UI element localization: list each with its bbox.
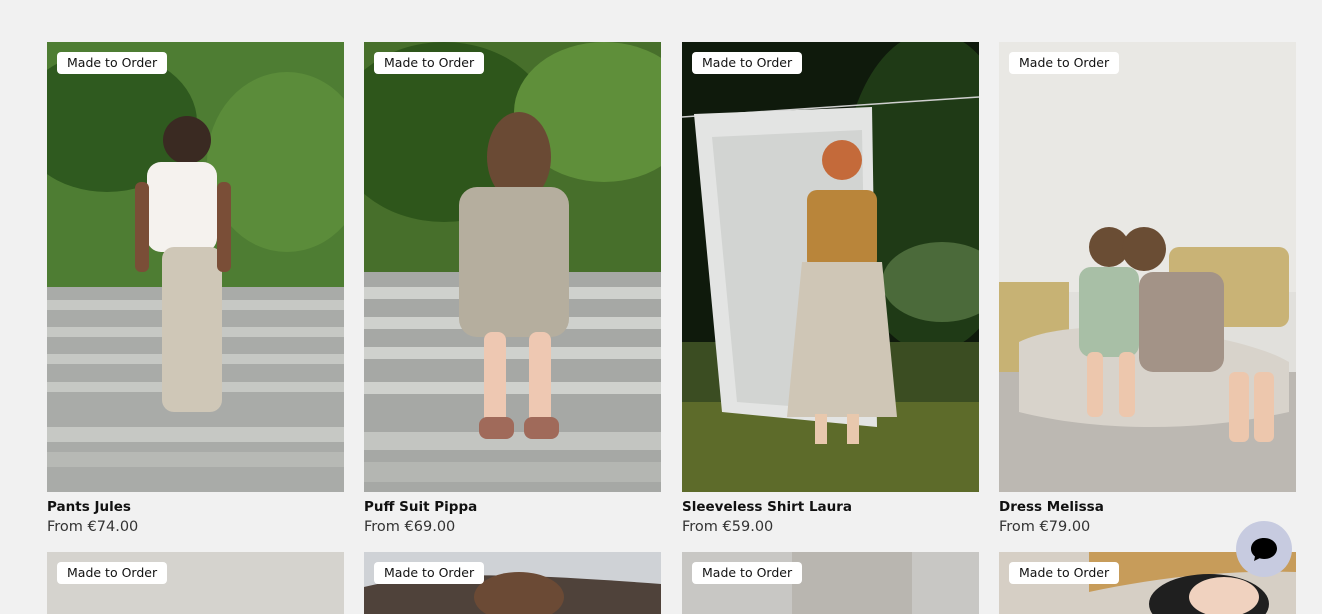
product-grid: Made to Order Pants Jules From €74.00 Ma… <box>0 0 1322 614</box>
product-price: From €59.00 <box>682 519 774 535</box>
product-price: From €74.00 <box>47 519 139 535</box>
made-to-order-badge: Made to Order <box>692 562 803 584</box>
made-to-order-badge: Made to Order <box>1009 52 1120 74</box>
product-card[interactable]: Made to Order <box>47 552 344 614</box>
made-to-order-badge: Made to Order <box>692 52 803 74</box>
made-to-order-badge: Made to Order <box>374 52 485 74</box>
product-name[interactable]: Pants Jules <box>47 499 131 515</box>
product-image[interactable] <box>682 42 979 492</box>
chat-bubble-icon <box>1251 538 1277 561</box>
made-to-order-badge: Made to Order <box>57 52 168 74</box>
made-to-order-badge: Made to Order <box>1009 562 1120 584</box>
product-name[interactable]: Puff Suit Pippa <box>364 499 477 515</box>
product-image[interactable] <box>47 42 344 492</box>
product-name[interactable]: Dress Melissa <box>999 499 1104 515</box>
product-image[interactable] <box>999 42 1296 492</box>
made-to-order-badge: Made to Order <box>374 562 485 584</box>
product-card[interactable]: Made to Order <box>682 552 979 614</box>
product-price: From €79.00 <box>999 519 1091 535</box>
made-to-order-badge: Made to Order <box>57 562 168 584</box>
product-card[interactable]: Made to Order <box>364 552 661 614</box>
product-name[interactable]: Sleeveless Shirt Laura <box>682 499 852 515</box>
product-price: From €69.00 <box>364 519 456 535</box>
chat-button[interactable] <box>1236 521 1292 577</box>
product-image[interactable] <box>364 42 661 492</box>
